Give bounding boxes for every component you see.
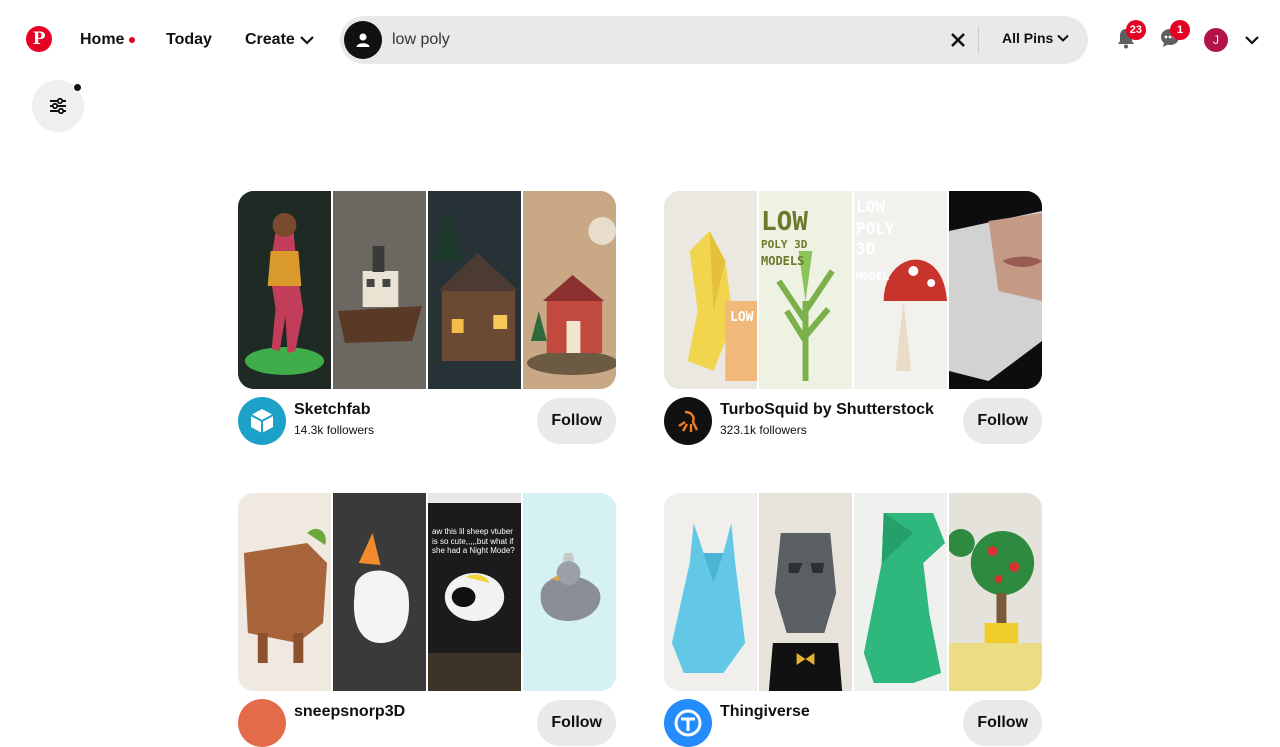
messages-badge: 1 xyxy=(1170,20,1190,40)
top-bar: P Home Today Create All Pins 23 1 J xyxy=(0,0,1280,80)
notifications-badge: 23 xyxy=(1125,20,1146,40)
board-meta: Thingiverse Follow xyxy=(664,697,1042,747)
board-meta: TurboSquid by Shutterstock 323.1k follow… xyxy=(664,395,1042,445)
pin-image[interactable] xyxy=(949,493,1042,691)
mask-person-image xyxy=(759,493,852,691)
notifications-button[interactable]: 23 xyxy=(1108,20,1146,56)
board-collage[interactable]: LOW LOW POLY 3D MODELS LOW POLY 3D MODEL xyxy=(664,191,1042,389)
user-icon xyxy=(356,33,370,47)
low-poly-title: LOW xyxy=(761,207,808,237)
board-card-thingiverse[interactable]: Thingiverse Follow xyxy=(664,493,1042,747)
nav-today[interactable]: Today xyxy=(166,31,212,49)
filters-icon xyxy=(50,98,66,114)
nav-home[interactable]: Home xyxy=(80,31,136,49)
pin-image[interactable] xyxy=(333,493,428,691)
pin-image[interactable]: LOW xyxy=(664,191,759,389)
dinosaur-print-image xyxy=(854,493,947,691)
nav-create-dropdown[interactable]: Create xyxy=(245,31,314,49)
barn-image xyxy=(523,191,616,389)
new-indicator-icon xyxy=(129,37,136,43)
capybara-image xyxy=(238,493,331,691)
board-meta: Sketchfab 14.3k followers Follow xyxy=(238,395,616,445)
search-divider xyxy=(978,26,979,54)
turbosquid-avatar[interactable] xyxy=(664,397,712,445)
pin-image[interactable] xyxy=(523,191,616,389)
low-poly-subtitle: POLY 3D xyxy=(761,238,808,251)
low-poly-caption: MODELS xyxy=(761,254,805,268)
profile-avatar-button[interactable]: J xyxy=(1204,28,1228,52)
nav-home-label: Home xyxy=(80,31,125,48)
board-name[interactable]: Thingiverse xyxy=(720,703,810,721)
nav-create-label: Create xyxy=(245,31,295,48)
pin-image[interactable] xyxy=(238,191,333,389)
search-input[interactable] xyxy=(392,28,932,52)
pin-caption: aw this lil sheep vtuber is so cute,,,,,… xyxy=(432,527,515,556)
board-collage[interactable] xyxy=(238,191,616,389)
low-poly-overlay-text: LOW xyxy=(730,310,754,325)
board-collage[interactable] xyxy=(664,493,1042,691)
chevron-down-icon xyxy=(1057,34,1070,42)
squid-logo-icon xyxy=(672,405,704,437)
pin-image[interactable]: aw this lil sheep vtuber is so cute,,,,,… xyxy=(428,493,523,691)
pin-image[interactable] xyxy=(428,191,523,389)
account-options-button[interactable] xyxy=(1240,28,1264,52)
board-card-sneepsnorp3d[interactable]: aw this lil sheep vtuber is so cute,,,,,… xyxy=(238,493,616,747)
search-user-button[interactable] xyxy=(344,21,382,59)
thingiverse-logo-icon xyxy=(674,709,702,737)
avatar-initial: J xyxy=(1213,33,1219,47)
sheep-cone-image xyxy=(333,493,426,691)
low-poly-overlay-text: MODEL xyxy=(856,270,890,283)
night-sheep-image xyxy=(428,493,521,691)
pin-image[interactable] xyxy=(333,191,428,389)
low-poly-overlay-text: LOW xyxy=(856,197,885,216)
board-name[interactable]: sneepsnorp3D xyxy=(294,703,405,721)
low-poly-overlay-text: 3D xyxy=(856,239,876,258)
pin-image[interactable] xyxy=(523,493,616,691)
face-model-image xyxy=(949,191,1042,389)
clear-search-button[interactable] xyxy=(946,28,970,52)
pin-image[interactable]: LOW POLY 3D MODEL xyxy=(854,191,949,389)
pin-image[interactable] xyxy=(854,493,949,691)
tree-print-image xyxy=(949,493,1042,691)
follow-button[interactable]: Follow xyxy=(963,700,1042,746)
board-collage[interactable]: aw this lil sheep vtuber is so cute,,,,,… xyxy=(238,493,616,691)
chevron-down-icon xyxy=(1245,36,1259,45)
board-card-turbosquid[interactable]: LOW LOW POLY 3D MODELS LOW POLY 3D MODEL xyxy=(664,191,1042,445)
nav-today-label: Today xyxy=(166,31,212,48)
search-filters-button[interactable] xyxy=(32,80,84,132)
pin-image[interactable] xyxy=(949,191,1042,389)
cabin-image xyxy=(428,191,521,389)
pin-image[interactable] xyxy=(664,493,759,691)
close-icon xyxy=(951,33,965,47)
thingiverse-avatar[interactable] xyxy=(664,699,712,747)
board-name[interactable]: Sketchfab xyxy=(294,401,370,419)
low-poly-overlay-text: POLY xyxy=(856,219,895,238)
search-scope-label: All Pins xyxy=(1002,30,1054,46)
messages-button[interactable]: 1 xyxy=(1152,20,1190,56)
board-name[interactable]: TurboSquid by Shutterstock xyxy=(720,401,934,419)
active-filter-indicator xyxy=(73,83,82,92)
pin-image[interactable] xyxy=(759,493,854,691)
banana-image xyxy=(664,191,757,389)
boat-image xyxy=(333,191,426,389)
character-image xyxy=(238,191,331,389)
follow-button[interactable]: Follow xyxy=(963,398,1042,444)
search-scope-dropdown[interactable]: All Pins xyxy=(1002,30,1070,46)
cube-logo-icon xyxy=(250,409,274,433)
board-card-sketchfab[interactable]: Sketchfab 14.3k followers Follow xyxy=(238,191,616,445)
follow-button[interactable]: Follow xyxy=(537,700,616,746)
pinterest-logo-icon[interactable]: P xyxy=(26,26,52,52)
pin-image[interactable] xyxy=(238,493,333,691)
sneepsnorp-avatar[interactable] xyxy=(238,699,286,747)
search-bar: All Pins xyxy=(340,16,1088,64)
sketchfab-avatar[interactable] xyxy=(238,397,286,445)
follow-button[interactable]: Follow xyxy=(537,398,616,444)
board-followers: 323.1k followers xyxy=(720,423,807,437)
fox-print-image xyxy=(664,493,757,691)
pigeon-image xyxy=(523,493,616,691)
board-followers: 14.3k followers xyxy=(294,423,375,437)
board-meta: sneepsnorp3D Follow xyxy=(238,697,616,747)
pin-image[interactable]: LOW POLY 3D MODELS xyxy=(759,191,854,389)
chevron-down-icon xyxy=(300,36,314,45)
